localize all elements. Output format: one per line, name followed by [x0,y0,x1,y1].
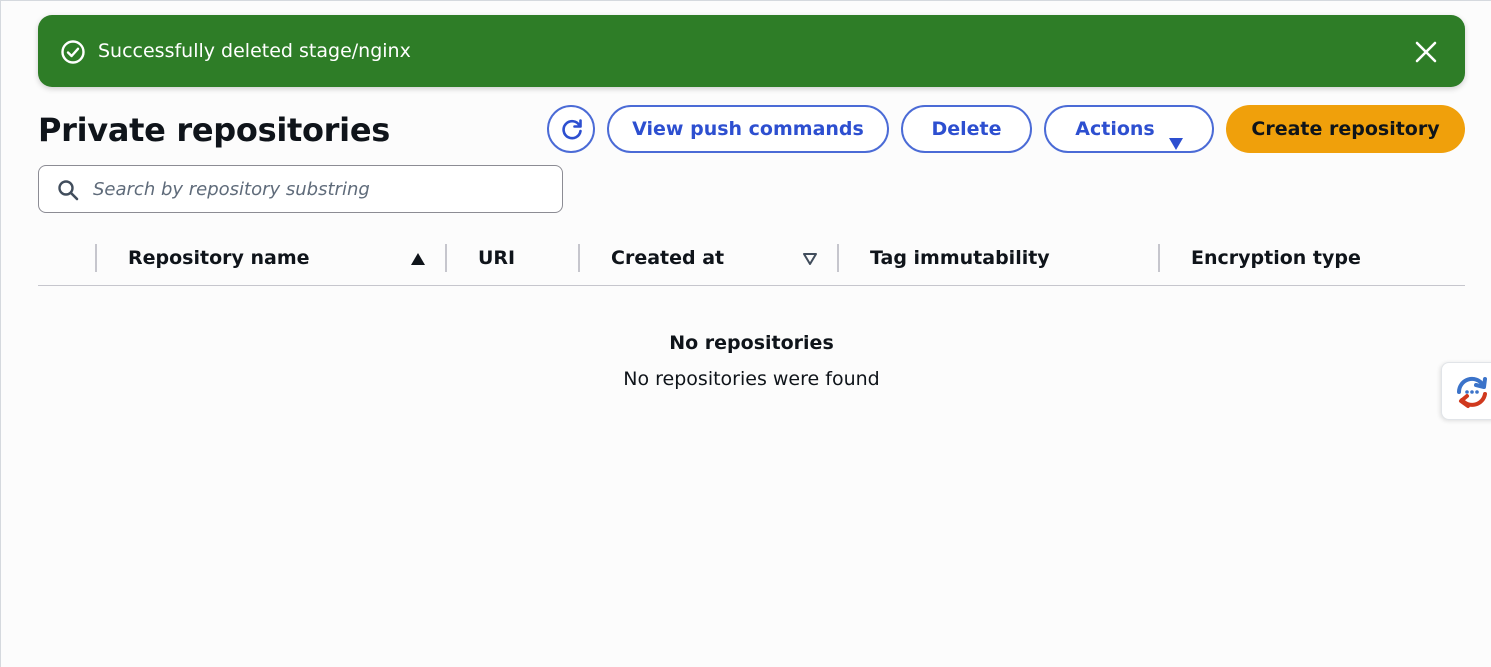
create-repository-button[interactable]: Create repository [1226,105,1465,153]
search-input[interactable] [93,167,553,211]
column-header-created-at[interactable]: Created at [611,246,724,270]
empty-state-description: No repositories were found [623,368,880,390]
refresh-button[interactable] [547,105,595,153]
empty-state-title: No repositories [669,332,834,354]
actions-dropdown-button[interactable]: Actions [1044,105,1214,153]
feedback-widget-button[interactable] [1441,362,1491,420]
actions-label: Actions [1075,118,1155,140]
column-separator[interactable] [578,244,580,272]
search-box [38,165,563,213]
column-header-encryption-type: Encryption type [1191,247,1361,269]
sort-descending-icon[interactable] [802,251,818,270]
flash-message: Successfully deleted stage/nginx [98,40,411,62]
success-flash-banner: Successfully deleted stage/nginx [38,15,1465,87]
column-separator[interactable] [1158,244,1160,272]
page-title: Private repositories [38,111,390,149]
column-header-tag-immutability: Tag immutability [870,247,1050,269]
column-header-uri: URI [478,247,516,269]
check-circle-icon [60,39,86,65]
search-icon [57,179,79,205]
column-separator[interactable] [837,244,839,272]
caret-down-icon [1168,123,1184,167]
close-icon[interactable] [1413,39,1439,65]
view-push-commands-button[interactable]: View push commands [607,105,889,153]
column-header-repository-name[interactable]: Repository name [128,246,310,270]
column-separator [95,244,97,272]
sort-ascending-icon[interactable] [410,251,426,270]
table-header: Repository name URI Created at Tag immut… [38,232,1465,286]
column-separator[interactable] [445,244,447,272]
delete-button[interactable]: Delete [901,105,1032,153]
